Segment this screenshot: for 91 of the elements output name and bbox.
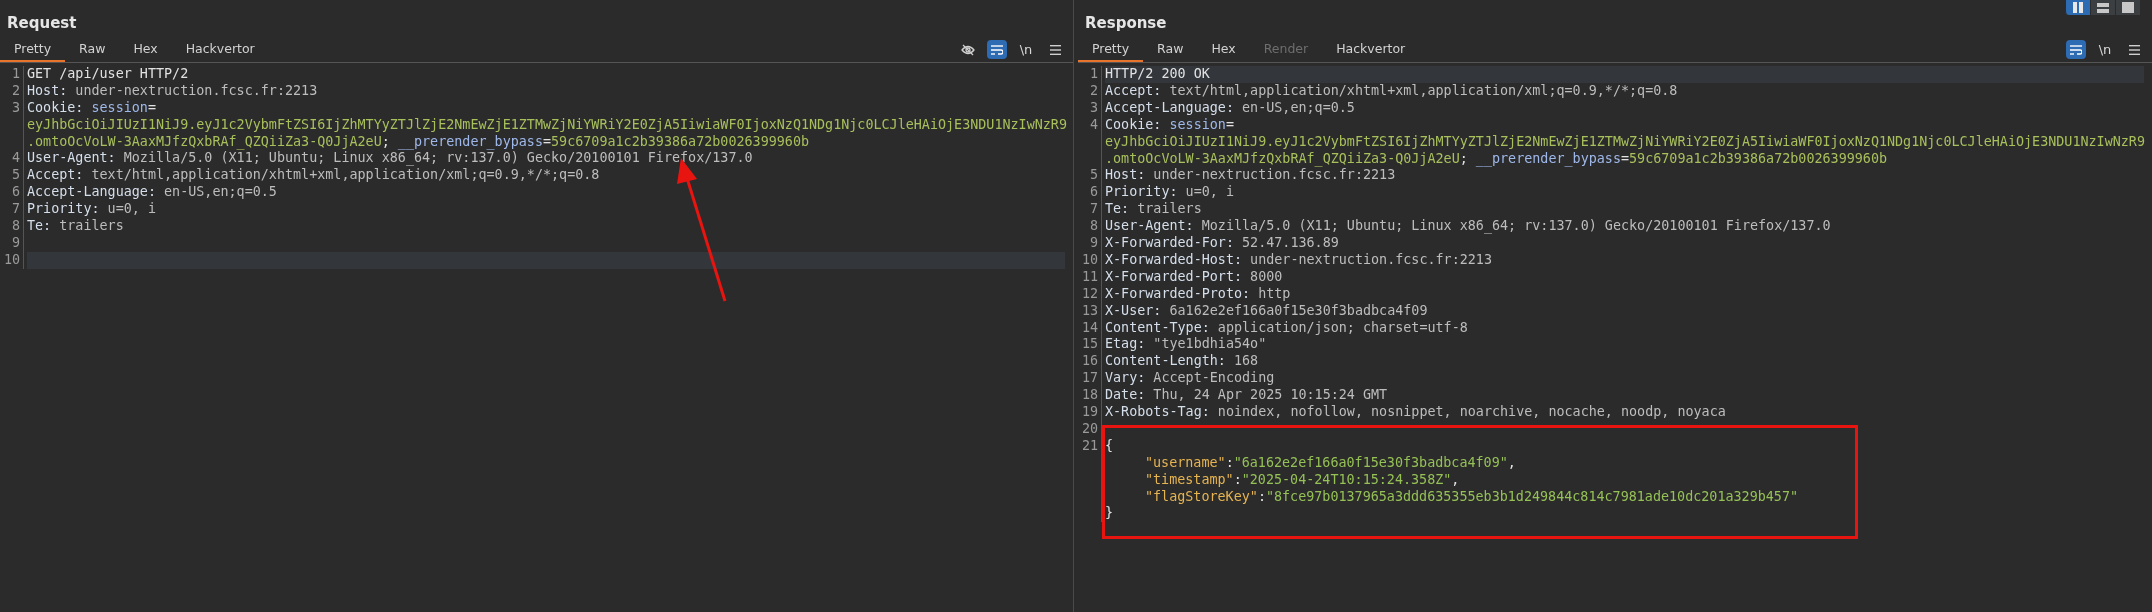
line-number: 7 bbox=[0, 201, 24, 219]
line-number: 14 bbox=[1078, 319, 1102, 337]
code-line: X-Forwarded-Host: under-nextruction.fcsc.fr:2213 bbox=[1105, 251, 1493, 269]
code-line: HTTP/2 200 OK bbox=[1105, 66, 1211, 83]
code-line: Accept-Language: en-US,en;q=0.5 bbox=[1105, 99, 1356, 117]
line-number: 8 bbox=[0, 218, 24, 235]
line-number: 1 bbox=[1078, 66, 1102, 83]
wrap-icon bbox=[991, 44, 1003, 55]
code-line: Etag: "tye1bdhia54o" bbox=[1105, 336, 1268, 354]
code-line: .omtoOcVoLW-3AaxMJfzQxbRAf_QZQiiZa3-Q0JjA2eU; __prerender_bypass=59c6709a1c2b39386a72b0026399960b bbox=[1105, 150, 1889, 168]
tab[interactable]: Pretty bbox=[1078, 37, 1144, 62]
code-line: Cookie: session= bbox=[27, 99, 157, 117]
line-number: 20 bbox=[1078, 421, 1102, 438]
code-line: GET /api/user HTTP/2 bbox=[27, 66, 190, 83]
line-number: 11 bbox=[1078, 268, 1102, 286]
code-line: X-Forwarded-For: 52.47.136.89 bbox=[1105, 235, 1340, 252]
menu-icon bbox=[1049, 44, 1061, 55]
code-line: Accept: text/html,application/xhtml+xml,application/xml;q=0.9,*/*;q=0.8 bbox=[27, 167, 601, 185]
tab[interactable]: Hex bbox=[1197, 37, 1250, 62]
line-number: 8 bbox=[1078, 218, 1102, 235]
code-line: Host: under-nextruction.fcsc.fr:2213 bbox=[27, 82, 319, 100]
tab[interactable]: Raw bbox=[65, 37, 120, 62]
line-number: 18 bbox=[1078, 387, 1102, 405]
code-line: X-Forwarded-Port: 8000 bbox=[1105, 268, 1284, 286]
code-line: Host: under-nextruction.fcsc.fr:2213 bbox=[1105, 167, 1397, 185]
code-line: X-Robots-Tag: noindex, nofollow, nosnippet, noarchive, nocache, noodp, noyaca bbox=[1105, 404, 1727, 421]
code-line: Accept-Language: en-US,en;q=0.5 bbox=[27, 184, 278, 202]
code-line: Priority: u=0, i bbox=[1105, 184, 1235, 202]
line-number: 21 bbox=[1078, 437, 1102, 523]
code-line: Content-Length: 168 bbox=[1105, 353, 1260, 371]
code-line: "timestamp":"2025-04-24T10:15:24.358Z", bbox=[1144, 471, 1461, 489]
newline-toggle[interactable]: \n bbox=[1016, 40, 1036, 59]
code-line: X-Forwarded-Proto: http bbox=[1105, 285, 1292, 303]
line-number: 13 bbox=[1078, 302, 1102, 320]
code-line: Content-Type: application/json; charset=utf-8 bbox=[1105, 319, 1469, 337]
line-number: 9 bbox=[1078, 235, 1102, 252]
code-line: .omtoOcVoLW-3AaxMJfzQxbRAf_QZQiiZa3-Q0JjA2eU; __prerender_bypass=59c6709a1c2b39386a72b0026399960b bbox=[27, 133, 811, 151]
layout-toggle[interactable] bbox=[2065, 0, 2090, 15]
code-line: Te: trailers bbox=[27, 218, 125, 235]
line-number: 6 bbox=[0, 184, 24, 202]
code-line: Date: Thu, 24 Apr 2025 10:15:24 GMT bbox=[1105, 387, 1389, 405]
line-number: 4 bbox=[1078, 116, 1102, 168]
code-line: eyJhbGciOiJIUzI1NiJ9.eyJ1c2VybmFtZSI6IjZhMTYyZTJlZjE2NmEwZjE1ZTMwZjNiYWRiY2E0ZjA5IiwiaWF0IjoxNzQ1NDg1Njc0LCJleHAiOjE3NDU1NzIwNzR9 bbox=[27, 116, 1067, 134]
code-line: { bbox=[1105, 437, 1115, 455]
wrap-toggle[interactable] bbox=[987, 40, 1007, 59]
eye-slash-icon bbox=[961, 43, 975, 56]
line-number: 19 bbox=[1078, 404, 1102, 421]
line-number: 15 bbox=[1078, 336, 1102, 354]
code-line: Priority: u=0, i bbox=[27, 201, 157, 219]
tab[interactable]: Pretty bbox=[0, 37, 66, 62]
line-number: 7 bbox=[1078, 201, 1102, 219]
layout-toggle[interactable] bbox=[2115, 0, 2140, 15]
line-number: 16 bbox=[1078, 353, 1102, 371]
code-line: X-User: 6a162e2ef166a0f15e30f3badbca4f09 bbox=[1105, 302, 1429, 320]
line-number: 1 bbox=[0, 66, 24, 83]
code-line: } bbox=[1105, 505, 1115, 523]
line-number: 10 bbox=[0, 251, 24, 269]
line-number: 3 bbox=[1078, 99, 1102, 117]
code-line: Vary: Accept-Encoding bbox=[1105, 370, 1276, 388]
line-number: 4 bbox=[0, 150, 24, 168]
code-line: User-Agent: Mozilla/5.0 (X11; Ubuntu; Linux x86_64; rv:137.0) Gecko/20100101 Firefox/137.0 bbox=[1105, 218, 1832, 235]
line-number: 3 bbox=[0, 99, 24, 151]
tab[interactable]: Hackvertor bbox=[1322, 37, 1420, 62]
wrap-toggle[interactable] bbox=[2066, 40, 2086, 59]
columns-icon bbox=[2072, 2, 2084, 13]
wrap-icon bbox=[2070, 44, 2082, 55]
line-number: 2 bbox=[0, 82, 24, 100]
code-line: "flagStoreKey":"8fce97b0137965a3ddd635355eb3b1d249844c814c7981ade10dc201a329b457" bbox=[1144, 488, 1800, 506]
newline-toggle[interactable]: \n bbox=[2095, 40, 2115, 59]
code-line: Te: trailers bbox=[1105, 201, 1203, 219]
line-number: 17 bbox=[1078, 370, 1102, 388]
square-icon bbox=[2122, 2, 2134, 13]
line-number: 5 bbox=[1078, 167, 1102, 185]
line-number: 9 bbox=[0, 235, 24, 252]
line-number: 10 bbox=[1078, 251, 1102, 269]
menu-icon bbox=[2128, 44, 2140, 55]
line-number: 6 bbox=[1078, 184, 1102, 202]
code-line: Cookie: session= bbox=[1105, 116, 1235, 134]
panel-title: Request bbox=[6, 13, 77, 34]
line-number: 2 bbox=[1078, 82, 1102, 100]
tab[interactable]: Hex bbox=[119, 37, 172, 62]
rows-icon bbox=[2097, 2, 2109, 13]
tab[interactable]: Hackvertor bbox=[171, 37, 269, 62]
code-line: "username":"6a162e2ef166a0f15e30f3badbca4f09", bbox=[1144, 454, 1517, 472]
code-line: Accept: text/html,application/xhtml+xml,application/xml;q=0.9,*/*;q=0.8 bbox=[1105, 82, 1679, 100]
panel-title: Response bbox=[1084, 13, 1167, 34]
line-number: 12 bbox=[1078, 285, 1102, 303]
code-line: eyJhbGciOiJIUzI1NiJ9.eyJ1c2VybmFtZSI6IjZhMTYyZTJlZjE2NmEwZjE1ZTMwZjNiYWRiY2E0ZjA5IiwiaWF0IjoxNzQ1NDg1Njc0LCJleHAiOjE3NDU1NzIwNzR9 bbox=[1105, 133, 2145, 151]
code-line: User-Agent: Mozilla/5.0 (X11; Ubuntu; Linux x86_64; rv:137.0) Gecko/20100101 Firefox/137.0 bbox=[27, 150, 754, 168]
line-number: 5 bbox=[0, 167, 24, 185]
tab[interactable]: Raw bbox=[1143, 37, 1198, 62]
